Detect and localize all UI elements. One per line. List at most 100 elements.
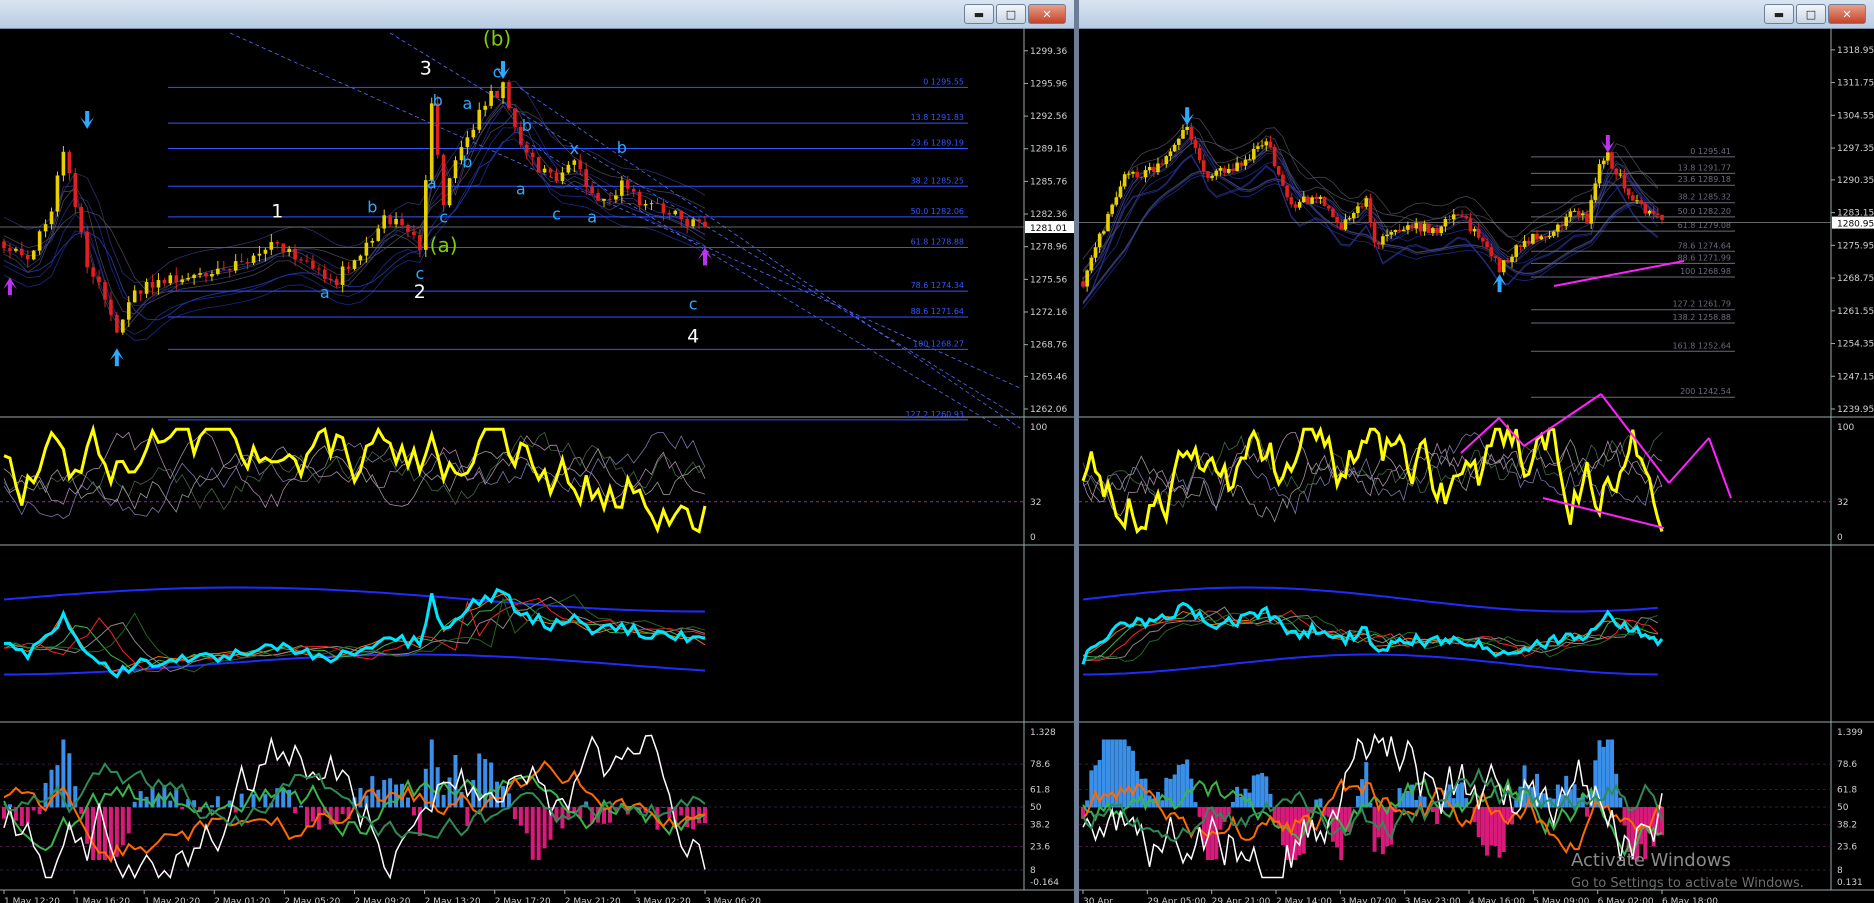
candle-body	[180, 279, 185, 283]
candle-body	[1393, 229, 1398, 232]
candle-body	[1193, 139, 1198, 149]
moving-average-line	[3, 80, 706, 284]
candle-body	[1647, 210, 1652, 214]
candle-body	[1243, 159, 1248, 166]
histogram-bar	[304, 807, 309, 827]
candle-body	[8, 248, 12, 251]
candle-body	[1464, 216, 1469, 219]
candle-body	[287, 248, 291, 252]
wave-label: b	[522, 116, 532, 135]
minimize-icon[interactable]: ▬	[1764, 4, 1794, 24]
price-axis-label: 1278.96	[1030, 243, 1067, 253]
time-axis-label: 2 May 05:20	[284, 897, 340, 903]
histogram-bar	[465, 807, 470, 826]
candle-body	[679, 210, 684, 219]
candle-body	[210, 273, 214, 277]
candle-body	[1156, 163, 1160, 172]
price-axis-label: 1297.35	[1837, 144, 1874, 154]
candle-body	[1568, 211, 1573, 218]
candle-body	[1222, 168, 1227, 173]
maximize-icon[interactable]: □	[996, 4, 1026, 24]
wave-label: 2	[414, 281, 426, 303]
candle-body	[400, 218, 404, 226]
candle-body	[1102, 231, 1106, 234]
candle-body	[73, 173, 78, 208]
candle-body	[1218, 168, 1223, 171]
candle-body	[1226, 169, 1231, 173]
candle-body	[1206, 171, 1210, 178]
candle-body	[1189, 126, 1194, 140]
candle-body	[1251, 148, 1256, 160]
candle-body	[1401, 229, 1406, 232]
minimize-icon[interactable]: ▬	[964, 4, 994, 24]
candle-body	[340, 266, 345, 285]
candle-body	[1268, 141, 1273, 147]
candle-body	[590, 186, 594, 194]
candle-body	[1276, 166, 1281, 175]
wave-label: c	[689, 295, 698, 314]
close-icon[interactable]: ✕	[1828, 4, 1866, 24]
histogram-bar	[1255, 774, 1260, 808]
candle-body	[1522, 240, 1527, 248]
candle-body	[1285, 185, 1289, 198]
current-price-label: 1280.95	[1837, 220, 1874, 230]
activate-windows-subtitle: Go to Settings to activate Windows.	[1571, 876, 1804, 891]
candle-body	[1231, 169, 1235, 172]
candle-body	[144, 282, 149, 294]
histogram-bar	[19, 807, 24, 826]
fib-level-label: 38.2 1285.25	[911, 176, 964, 185]
fib-level-label: 50.0 1282.06	[911, 207, 964, 216]
histogram-bar	[126, 807, 131, 834]
fib-level-label: 138.2 1258.88	[1672, 313, 1731, 322]
candle-body	[156, 280, 161, 288]
candle-body	[1118, 186, 1123, 198]
candle-body	[1510, 256, 1514, 263]
histogram-bar	[512, 807, 517, 820]
maximize-icon[interactable]: □	[1796, 4, 1826, 24]
candle-body	[43, 224, 48, 232]
right-window-titlebar[interactable]: ▬ □ ✕	[1079, 0, 1874, 29]
histogram-bar	[7, 804, 12, 808]
left-chart-canvas[interactable]: 1299.36 1295.96 1292.56 1289.16 1285.76 1282.…	[0, 28, 1074, 903]
osc-axis-label: -0.164	[1030, 878, 1059, 888]
histogram-bar	[1176, 764, 1181, 808]
candle-body	[608, 198, 612, 200]
price-axis-label: 1292.56	[1030, 112, 1067, 122]
candle-body	[412, 231, 416, 236]
histogram-bar	[1501, 807, 1506, 853]
stoch-axis-label: 100	[1030, 423, 1047, 433]
arrow-up-icon	[109, 348, 124, 367]
osc-axis-label: 1.328	[1030, 728, 1056, 738]
price-axis-label: 1239.95	[1837, 405, 1874, 415]
right-chart-canvas[interactable]: 1318.951311.751304.551297.351290.351283.…	[1079, 28, 1874, 903]
candle-body	[453, 160, 458, 179]
candle-body	[358, 255, 363, 261]
fib-level-label: 200 1242.54	[1680, 387, 1731, 396]
wave-label: a	[427, 174, 437, 193]
band-lower-line	[1083, 653, 1658, 676]
candle-body	[501, 82, 505, 99]
candle-body	[2, 241, 6, 249]
candle-body	[328, 278, 333, 280]
histogram-bar	[1139, 778, 1144, 808]
close-icon[interactable]: ✕	[1028, 4, 1066, 24]
stoch-axis-label: 32	[1030, 498, 1041, 508]
candle-body	[1414, 223, 1419, 229]
histogram-bar	[1297, 807, 1302, 856]
candle-body	[1085, 270, 1089, 287]
fib-level-label: 61.8 1278.88	[911, 237, 964, 246]
candle-body	[1572, 210, 1577, 212]
histogram-bar	[132, 801, 137, 808]
candle-body	[441, 154, 446, 206]
histogram-bar	[1380, 807, 1385, 855]
candle-body	[1177, 138, 1181, 145]
histogram-bar	[209, 805, 214, 808]
candle-body	[1097, 233, 1102, 248]
moving-average-line	[3, 101, 706, 315]
histogram-bar	[429, 739, 434, 808]
candle-body	[245, 262, 250, 264]
left-window-titlebar[interactable]: ▬ □ ✕	[0, 0, 1074, 29]
candle-body	[1260, 145, 1264, 147]
candle-body	[1314, 197, 1319, 200]
histogram-bar	[1351, 807, 1356, 808]
